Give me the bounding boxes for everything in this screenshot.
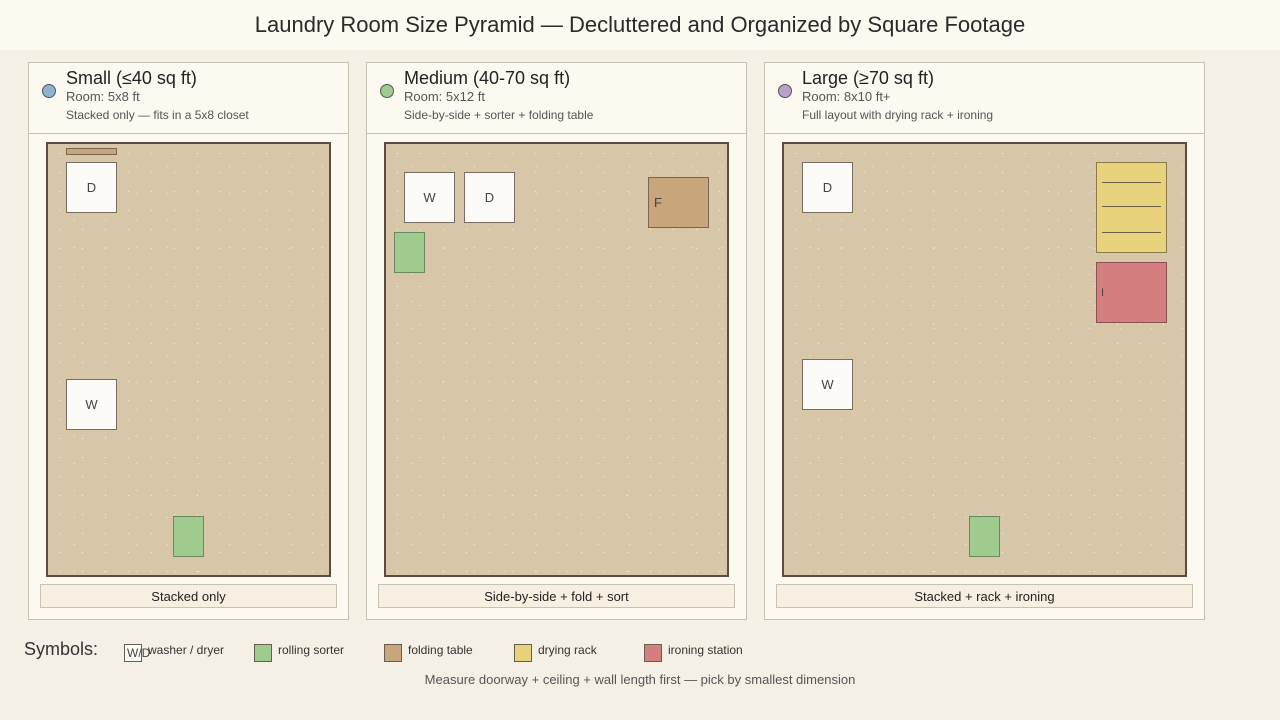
rolling-sorter-swatch	[254, 644, 272, 662]
diagram-title: Laundry Room Size Pyramid — Decluttered …	[0, 0, 1280, 50]
rack-bar	[1102, 232, 1161, 233]
panel-description: Full layout with drying rack + ironing	[802, 108, 994, 122]
washer-label: W	[821, 377, 834, 392]
panel-header: Medium (40-70 sq ft) Room: 5x12 ft Side-…	[367, 63, 746, 134]
dryer-label: D	[86, 180, 97, 195]
panel-room-size: Room: 8x10 ft+	[802, 89, 891, 104]
drying-rack-swatch	[514, 644, 532, 662]
measurement-note: Measure doorway + ceiling + wall length …	[424, 672, 856, 687]
dryer-label: D	[822, 180, 833, 195]
panel-large: Large (≥70 sq ft) Room: 8x10 ft+ Full la…	[764, 62, 1205, 620]
panel-header: Small (≤40 sq ft) Room: 5x8 ft Stacked o…	[29, 63, 348, 134]
panel-small: Small (≤40 sq ft) Room: 5x8 ft Stacked o…	[28, 62, 349, 620]
drying-rack	[1096, 162, 1167, 253]
ironing-station: I	[1096, 262, 1167, 323]
washer-label: W	[85, 397, 98, 412]
panel-title: Small (≤40 sq ft)	[66, 68, 197, 88]
panel-room-size: Room: 5x12 ft	[404, 89, 485, 104]
dryer-label: D	[484, 190, 495, 205]
legend-title: Symbols:	[24, 639, 99, 659]
washer: W	[66, 379, 117, 430]
swatch-text: W/D	[127, 646, 151, 660]
panel-title: Large (≥70 sq ft)	[802, 68, 934, 88]
folding-table: F	[648, 177, 709, 228]
floor-plan: D W	[46, 142, 331, 577]
ironing-station-swatch	[644, 644, 662, 662]
legend-label-folding-table: folding table	[408, 643, 473, 657]
legend-label-rolling-sorter: rolling sorter	[278, 643, 345, 657]
folding-table-swatch	[384, 644, 402, 662]
panel-header: Large (≥70 sq ft) Room: 8x10 ft+ Full la…	[765, 63, 1204, 134]
tier-dot	[42, 84, 56, 98]
floor-plan: D W I	[782, 142, 1187, 577]
panel-caption: Stacked + rack + ironing	[776, 584, 1193, 608]
floor-plan: W D F	[384, 142, 729, 577]
washer-label: W	[423, 190, 436, 205]
panel-medium: Medium (40-70 sq ft) Room: 5x12 ft Side-…	[366, 62, 747, 620]
folding-table	[66, 148, 117, 155]
panel-title: Medium (40-70 sq ft)	[404, 68, 571, 88]
folding-table-label: F	[654, 195, 662, 210]
panel-room-size: Room: 5x8 ft	[66, 89, 140, 104]
panel-caption: Stacked only	[40, 584, 337, 608]
legend-label-washer-dryer: washer / dryer	[148, 643, 225, 657]
washer: W	[802, 359, 853, 410]
rack-bar	[1102, 182, 1161, 183]
legend-label-ironing-station: ironing station	[668, 643, 743, 657]
panel-caption: Side-by-side + fold + sort	[378, 584, 735, 608]
rack-bar	[1102, 206, 1161, 207]
dryer: D	[802, 162, 853, 213]
ironing-label: I	[1101, 286, 1105, 299]
rolling-sorter	[969, 516, 1000, 557]
legend-label-drying-rack: drying rack	[538, 643, 597, 657]
dryer: D	[66, 162, 117, 213]
dryer: D	[464, 172, 515, 223]
rolling-sorter	[173, 516, 204, 557]
rolling-sorter	[394, 232, 425, 273]
panel-description: Stacked only — fits in a 5x8 closet	[66, 108, 249, 122]
washer: W	[404, 172, 455, 223]
tier-dot	[778, 84, 792, 98]
panel-description: Side-by-side + sorter + folding table	[404, 108, 594, 122]
tier-dot	[380, 84, 394, 98]
washer-dryer-swatch: W/D	[124, 644, 150, 662]
